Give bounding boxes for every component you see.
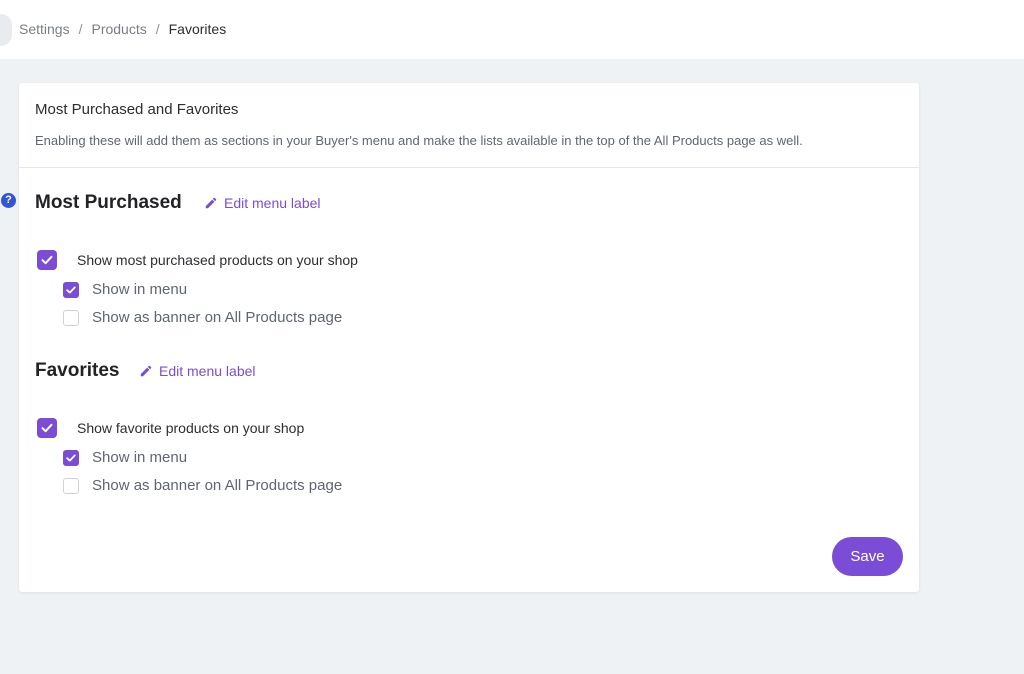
settings-card: Most Purchased and Favorites Enabling th… [19, 83, 919, 592]
most-purchased-show-banner[interactable]: Show as banner on All Products page [63, 309, 342, 326]
checkmark-icon [41, 423, 53, 433]
card-header: Most Purchased and Favorites Enabling th… [19, 83, 919, 168]
most-purchased-edit-label-link[interactable]: Edit menu label [204, 195, 321, 211]
breadcrumb: Settings / Products / Favorites [19, 21, 226, 37]
pencil-icon [205, 197, 217, 209]
show-banner-label: Show as banner on All Products page [92, 477, 343, 494]
favorites-checkbox[interactable] [37, 418, 57, 438]
most-purchased-show-in-menu[interactable]: Show in menu [63, 281, 187, 298]
show-in-menu-checkbox[interactable] [63, 281, 79, 298]
checkmark-icon [41, 255, 53, 265]
breadcrumb-products[interactable]: Products [91, 21, 146, 37]
show-in-menu-checkbox[interactable] [63, 449, 79, 466]
pencil-icon [140, 365, 152, 377]
favorites-title: Favorites [35, 360, 120, 381]
edit-label-text: Edit menu label [159, 363, 256, 379]
favorites-show-in-menu[interactable]: Show in menu [63, 449, 187, 466]
breadcrumb-settings[interactable]: Settings [19, 21, 70, 37]
favorites-option-label: Show favorite products on your shop [77, 420, 305, 436]
card-title: Most Purchased and Favorites [35, 101, 239, 118]
show-banner-checkbox[interactable] [63, 477, 79, 494]
show-banner-label: Show as banner on All Products page [92, 309, 343, 326]
breadcrumb-separator: / [155, 21, 160, 37]
show-banner-checkbox[interactable] [63, 309, 79, 326]
favorites-edit-label-link[interactable]: Edit menu label [139, 363, 256, 379]
favorites-main-option[interactable]: Show favorite products on your shop [37, 418, 304, 438]
show-in-menu-label: Show in menu [92, 281, 188, 298]
most-purchased-main-option[interactable]: Show most purchased products on your sho… [37, 250, 358, 270]
breadcrumb-favorites: Favorites [168, 21, 227, 37]
checkmark-icon [66, 454, 76, 461]
checkmark-icon [66, 286, 76, 293]
show-in-menu-label: Show in menu [92, 449, 188, 466]
card-description: Enabling these will add them as sections… [35, 133, 803, 148]
question-icon[interactable]: ? [1, 193, 16, 208]
most-purchased-checkbox[interactable] [37, 250, 57, 270]
back-button[interactable] [0, 14, 12, 46]
breadcrumb-separator: / [78, 21, 83, 37]
edit-label-text: Edit menu label [224, 195, 321, 211]
save-button[interactable]: Save [832, 537, 903, 576]
most-purchased-option-label: Show most purchased products on your sho… [77, 252, 358, 268]
favorites-show-banner[interactable]: Show as banner on All Products page [63, 477, 342, 494]
top-bar: Settings / Products / Favorites [0, 0, 1024, 59]
most-purchased-title: Most Purchased [35, 192, 182, 213]
